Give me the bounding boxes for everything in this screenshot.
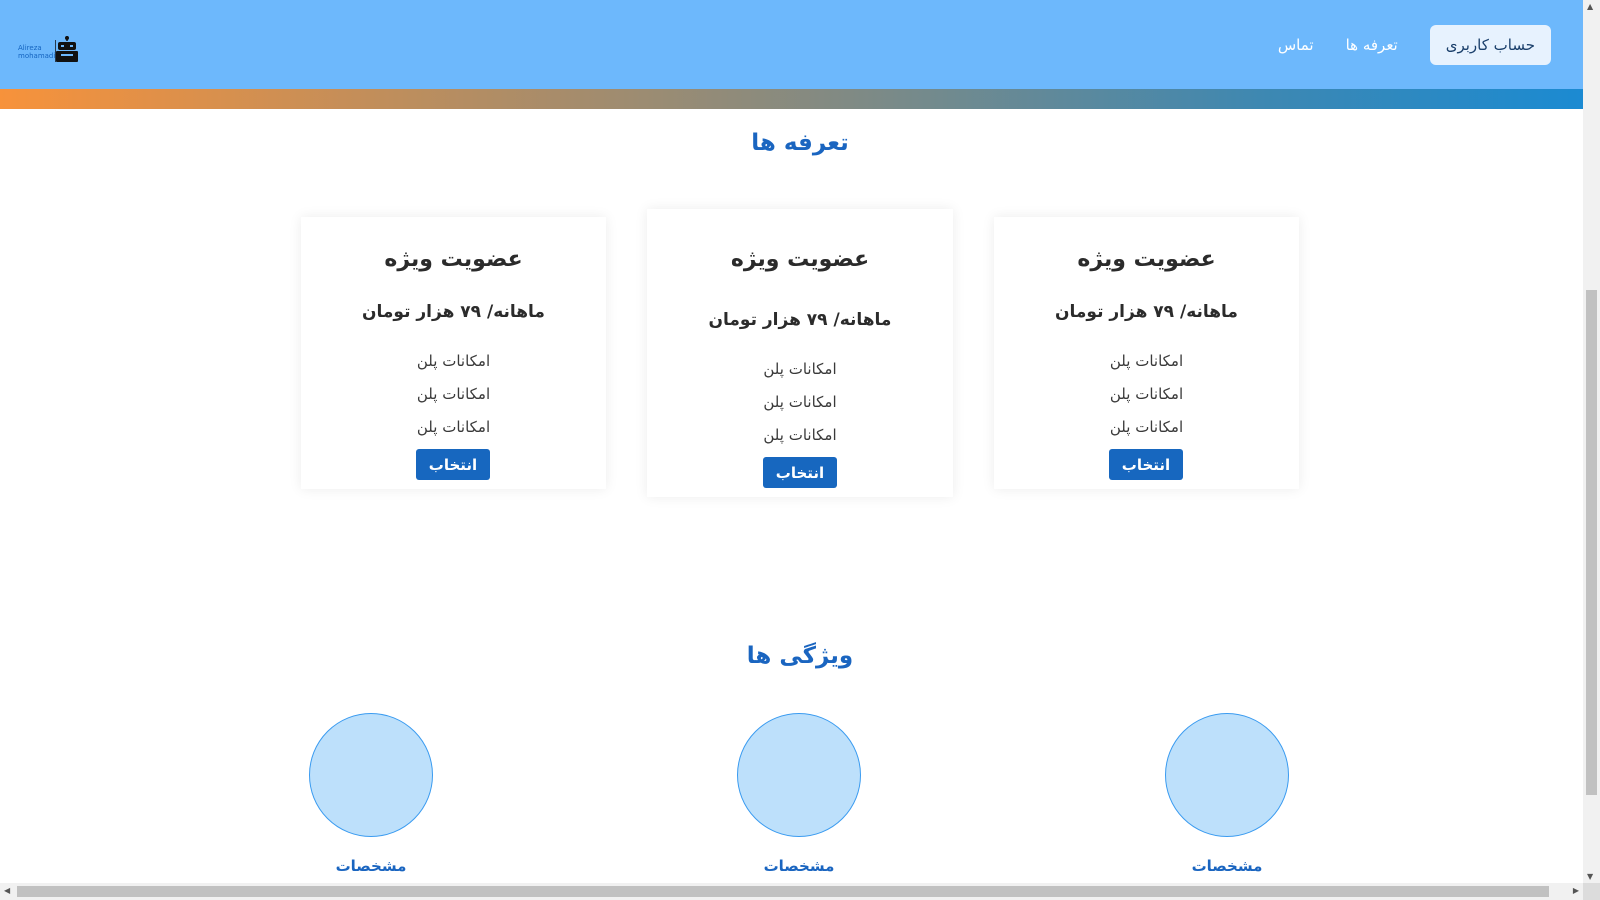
pricing-card: عضویت ویژه ماهانه/ ۷۹ هزار تومان امکانات… (647, 209, 953, 497)
feature-label: مشخصات (335, 857, 407, 875)
card-price: ماهانه/ ۷۹ هزار تومان (1055, 302, 1238, 322)
logo-text: Alireza mohamadi (18, 44, 55, 60)
card-plan-name: عضویت ویژه (384, 247, 523, 272)
vertical-scroll-thumb[interactable] (1586, 290, 1597, 795)
horizontal-scroll-thumb[interactable] (17, 886, 1549, 897)
select-plan-button[interactable]: انتخاب (763, 457, 837, 488)
horizontal-scrollbar[interactable]: ◀ ▶ (0, 883, 1583, 900)
card-feature: امکانات پلن (1109, 385, 1184, 403)
feature-circle-image (737, 713, 861, 837)
nav-link-pricing[interactable]: تعرفه ها (1346, 36, 1398, 54)
card-feature: امکانات پلن (416, 385, 491, 403)
card-price: ماهانه/ ۷۹ هزار تومان (362, 302, 545, 322)
card-plan-name: عضویت ویژه (1077, 247, 1216, 272)
pricing-card: عضویت ویژه ماهانه/ ۷۹ هزار تومان امکانات… (994, 217, 1299, 489)
card-feature: امکانات پلن (416, 352, 491, 370)
scroll-left-arrow-icon[interactable]: ◀ (4, 886, 10, 895)
page-viewport: Alireza mohamadi حساب کاربری تعرفه ها تم… (0, 0, 1583, 883)
features-title: ویژگی ها (746, 643, 854, 669)
account-button[interactable]: حساب کاربری (1429, 25, 1551, 65)
card-price: ماهانه/ ۷۹ هزار تومان (708, 310, 892, 330)
scroll-up-arrow-icon[interactable]: ▲ (1587, 2, 1593, 11)
card-feature: امکانات پلن (416, 418, 491, 436)
feature-label: مشخصات (763, 857, 835, 875)
select-plan-button[interactable]: انتخاب (416, 449, 490, 480)
logo-text-line2: mohamadi (18, 52, 56, 60)
card-feature: امکانات پلن (1109, 418, 1184, 436)
feature-circle-image (1165, 713, 1289, 837)
vertical-scrollbar[interactable]: ▲ ▼ (1583, 0, 1600, 883)
scroll-down-arrow-icon[interactable]: ▼ (1587, 872, 1593, 881)
card-feature: امکانات پلن (763, 426, 837, 444)
logo-text-line1: Alireza (18, 44, 42, 52)
feature-label: مشخصات (1191, 857, 1263, 875)
pricing-card: عضویت ویژه ماهانه/ ۷۹ هزار تومان امکانات… (301, 217, 606, 489)
pricing-title: تعرفه ها (751, 130, 849, 156)
select-plan-button[interactable]: انتخاب (1109, 449, 1183, 480)
scroll-right-arrow-icon[interactable]: ▶ (1573, 886, 1579, 895)
card-plan-name: عضویت ویژه (730, 247, 870, 272)
robot-icon (55, 36, 78, 62)
feature-circle-image (309, 713, 433, 837)
nav-link-contact[interactable]: تماس (1278, 36, 1314, 54)
card-feature: امکانات پلن (1109, 352, 1184, 370)
top-header: Alireza mohamadi حساب کاربری تعرفه ها تم… (0, 0, 1583, 89)
scrollbar-corner (1583, 883, 1600, 900)
card-feature: امکانات پلن (763, 360, 837, 378)
site-logo[interactable]: Alireza mohamadi (18, 36, 80, 64)
main-nav: حساب کاربری تعرفه ها تماس (1278, 25, 1551, 65)
header-gradient-bar (0, 89, 1583, 109)
card-feature: امکانات پلن (763, 393, 837, 411)
